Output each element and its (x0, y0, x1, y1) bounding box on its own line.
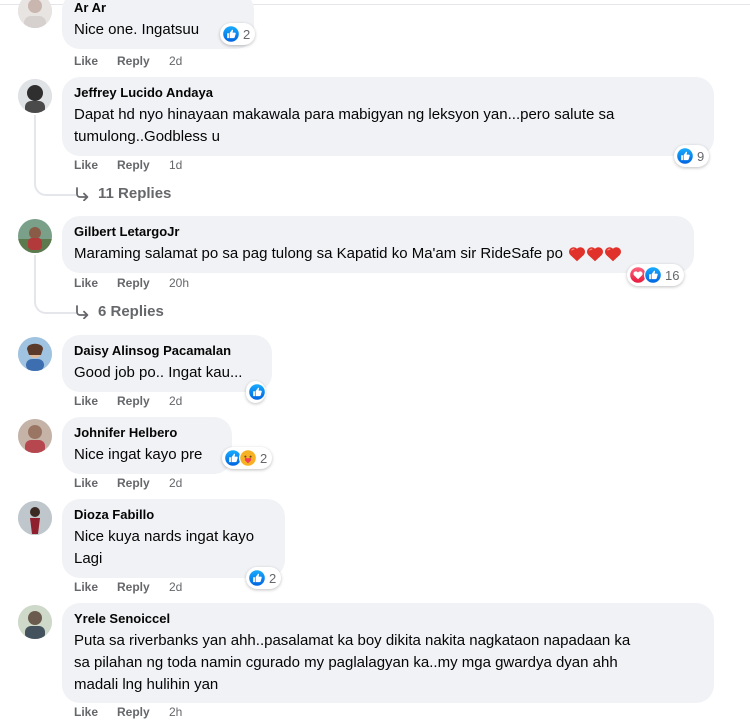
comment-timestamp[interactable]: 2d (169, 579, 182, 595)
reaction-summary[interactable]: 2 (220, 23, 256, 45)
comment-bubble: Jeffrey Lucido Andaya Dapat hd nyo hinay… (62, 77, 714, 156)
comment-timestamp[interactable]: 2h (169, 704, 182, 720)
avatar[interactable] (18, 337, 52, 371)
like-button[interactable]: Like (74, 393, 98, 409)
reaction-summary[interactable]: 16 (627, 264, 685, 286)
reply-button[interactable]: Reply (117, 579, 150, 595)
comment-bubble: Dioza Fabillo Nice kuya nards ingat kayo… (62, 499, 285, 578)
comment-text: Maraming salamat po sa pag tulong sa Kap… (74, 245, 563, 262)
reaction-count: 2 (260, 450, 268, 466)
comment-text: Nice ingat kayo pre (74, 446, 203, 463)
avatar[interactable] (18, 219, 52, 253)
reaction-count: 2 (269, 570, 277, 586)
like-button[interactable]: Like (74, 475, 98, 491)
comment-author[interactable]: Jeffrey Lucido Andaya (74, 85, 702, 101)
comment-author[interactable]: Ar Ar (74, 0, 242, 16)
red-heart-icon (604, 246, 622, 262)
reaction-count: 9 (697, 148, 705, 164)
comment-timestamp[interactable]: 20h (169, 275, 189, 291)
avatar[interactable] (18, 0, 52, 28)
comment-bubble: Daisy Alinsog Pacamalan Good job po.. In… (62, 335, 272, 392)
red-heart-icon (586, 246, 604, 262)
comment-timestamp[interactable]: 1d (169, 157, 182, 173)
comment-timestamp[interactable]: 2d (169, 53, 182, 69)
reaction-count: 16 (665, 267, 680, 283)
reaction-count: 2 (243, 26, 251, 42)
comment-author[interactable]: Johnifer Helbero (74, 425, 220, 441)
avatar[interactable] (18, 79, 52, 113)
like-button[interactable]: Like (74, 579, 98, 595)
view-replies-link[interactable]: 11 Replies (74, 184, 171, 204)
comment-author[interactable]: Daisy Alinsog Pacamalan (74, 343, 260, 359)
comment-text-line: madali lng hulihin yan (74, 676, 219, 693)
like-reaction-icon (676, 147, 694, 165)
thread-connector (34, 296, 76, 314)
comment-text-line: Nice kuya nards ingat kayo (74, 528, 255, 545)
reaction-summary[interactable]: 2 (222, 447, 273, 469)
comment-text-line: tumulong..Godbless u (74, 128, 220, 145)
reaction-summary[interactable]: 9 (674, 145, 710, 167)
like-reaction-icon (248, 569, 266, 587)
comment-text: Nice one. Ingatsuu (74, 21, 200, 38)
reply-arrow-icon (76, 305, 89, 319)
comment-author[interactable]: Dioza Fabillo (74, 507, 273, 523)
reply-button[interactable]: Reply (117, 275, 150, 291)
view-replies-link[interactable]: 6 Replies (74, 302, 164, 322)
comment-text-line: Lagi (74, 550, 103, 567)
care-reaction-icon (239, 449, 257, 467)
like-button[interactable]: Like (74, 704, 98, 720)
thread-line (34, 255, 36, 297)
avatar[interactable] (18, 419, 52, 453)
avatar[interactable] (18, 501, 52, 535)
comment-text-line: sa pilahan ng toda namin cgurado my pagl… (74, 654, 618, 671)
comment-bubble: Johnifer Helbero Nice ingat kayo pre (62, 417, 232, 474)
like-button[interactable]: Like (74, 53, 98, 69)
reply-button[interactable]: Reply (117, 393, 150, 409)
reply-button[interactable]: Reply (117, 157, 150, 173)
reply-button[interactable]: Reply (117, 475, 150, 491)
red-heart-icon (568, 246, 586, 262)
like-reaction-icon (644, 266, 662, 284)
like-button[interactable]: Like (74, 157, 98, 173)
comment-bubble: Yrele Senoiccel Puta sa riverbanks yan a… (62, 603, 714, 703)
like-reaction-icon (222, 25, 240, 43)
comment-author[interactable]: Gilbert LetargoJr (74, 224, 682, 240)
thread-connector (34, 178, 76, 196)
like-button[interactable]: Like (74, 275, 98, 291)
comment-bubble: Gilbert LetargoJr Maraming salamat po sa… (62, 216, 694, 273)
comment-timestamp[interactable]: 2d (169, 475, 182, 491)
comment-text: Good job po.. Ingat kau... (74, 364, 243, 381)
avatar[interactable] (18, 605, 52, 639)
comment-text-line: Dapat hd nyo hinayaan makawala para mabi… (74, 106, 615, 123)
reaction-summary[interactable]: 2 (246, 567, 282, 589)
reply-button[interactable]: Reply (117, 53, 150, 69)
emoji-group (568, 246, 622, 262)
thread-line (34, 115, 36, 179)
view-replies-label: 11 Replies (98, 185, 172, 202)
reply-button[interactable]: Reply (117, 704, 150, 720)
comment-text-line: Puta sa riverbanks yan ahh..pasalamat ka… (74, 632, 631, 649)
view-replies-label: 6 Replies (98, 303, 164, 320)
like-reaction-icon (248, 383, 266, 401)
comment-timestamp[interactable]: 2d (169, 393, 182, 409)
comment-author[interactable]: Yrele Senoiccel (74, 611, 702, 627)
reaction-summary[interactable] (246, 381, 265, 403)
reply-arrow-icon (76, 187, 89, 201)
